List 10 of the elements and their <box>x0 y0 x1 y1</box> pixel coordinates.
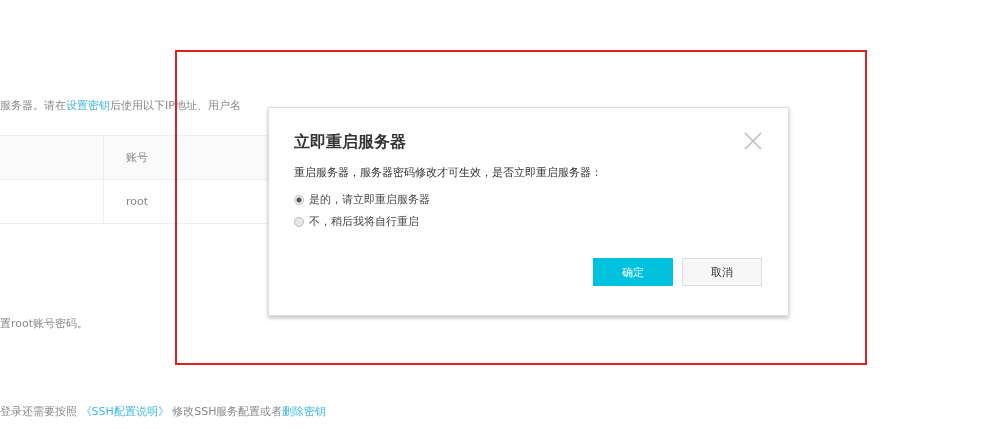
radio-button[interactable] <box>294 216 304 227</box>
radio-button[interactable] <box>294 194 304 205</box>
password-note: 置root账号密码。 <box>0 316 90 332</box>
cancel-button[interactable]: 取消 <box>682 258 762 286</box>
confirm-button[interactable]: 确定 <box>593 258 673 286</box>
close-icon[interactable] <box>744 132 762 150</box>
delete-key-link[interactable]: 删除密钥 <box>282 405 327 418</box>
set-key-link[interactable]: 设置密钥 <box>66 99 110 112</box>
ssh-guide-link[interactable]: 《SSH配置说明》 <box>80 405 169 418</box>
ssh-note: 登录还需要按照 《SSH配置说明》 修改SSH服务配置或者删除密钥 <box>0 404 328 420</box>
